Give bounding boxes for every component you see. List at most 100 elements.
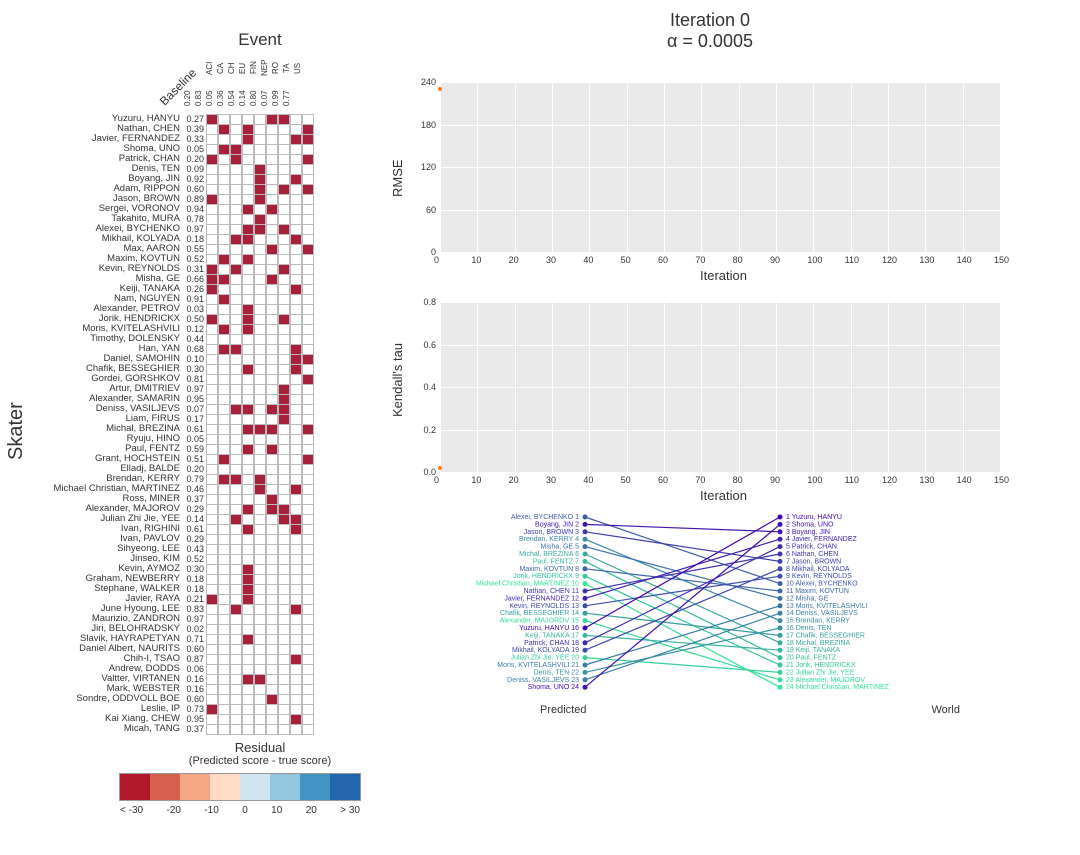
table-row: Michal, BREZINA0.61 — [180, 424, 340, 434]
table-row: Stephane, WALKER0.18 — [180, 584, 340, 594]
svg-text:20 Paul, FENTZ: 20 Paul, FENTZ — [786, 655, 837, 662]
svg-text:Javier, FERNANDEZ 12: Javier, FERNANDEZ 12 — [504, 595, 579, 602]
table-row: Gordei, GORSHKOV0.81 — [180, 374, 340, 384]
table-row: Liam, FIRUS0.17 — [180, 414, 340, 424]
rmse-plot: 0102030405060708090100110120130140150060… — [400, 72, 1000, 282]
svg-text:Nathan, CHEN 11: Nathan, CHEN 11 — [523, 588, 579, 595]
slope-chart: Alexei, BYCHENKO 1Boyang, JIN 2Jason, BR… — [400, 512, 1000, 702]
svg-text:14 Deniss, VASILJEVS: 14 Deniss, VASILJEVS — [786, 610, 858, 617]
table-row: Alexei, BYCHENKO0.97 — [180, 224, 340, 234]
svg-text:8 Mikhail, KOLYADA: 8 Mikhail, KOLYADA — [786, 566, 850, 573]
table-row: Shoma, UNO0.05 — [180, 144, 340, 154]
residual-label: Residual — [180, 740, 340, 755]
table-row: Alexander, MAJOROV0.29 — [180, 504, 340, 514]
event-value: 0.05 — [204, 84, 215, 112]
table-row: Grant, HOCHSTEIN0.51 — [180, 454, 340, 464]
table-row: Andrew, DODDS0.06 — [180, 664, 340, 674]
tau-plot: 01020304050607080901001101201301401500.0… — [400, 292, 1000, 502]
table-row: Paul, FENTZ0.59 — [180, 444, 340, 454]
svg-text:Michal, BREZINA 6: Michal, BREZINA 6 — [519, 551, 579, 558]
table-row: Sergei, VORONOV0.94 — [180, 204, 340, 214]
table-row: Valtter, VIRTANEN0.16 — [180, 674, 340, 684]
svg-text:Keiji, TANAKA 17: Keiji, TANAKA 17 — [525, 632, 579, 639]
event-value: 0.14 — [237, 84, 248, 112]
table-row: Moris, KVITELASHVILI0.12 — [180, 324, 340, 334]
table-row: Brendan, KERRY0.79 — [180, 474, 340, 484]
table-row: Jiri, BELOHRADSKY0.02 — [180, 624, 340, 634]
table-row: Javier, FERNANDEZ0.33 — [180, 134, 340, 144]
residual-sub: (Predicted score - true score) — [180, 755, 340, 767]
table-row: Alexander, PETROV0.03 — [180, 304, 340, 314]
event-header: RO — [270, 54, 281, 82]
table-row: Maxim, KOVTUN0.52 — [180, 254, 340, 264]
svg-text:Chafik, BESSEGHIER 14: Chafik, BESSEGHIER 14 — [500, 610, 579, 617]
svg-text:6 Nathan, CHEN: 6 Nathan, CHEN — [786, 551, 838, 558]
event-header: EU — [237, 54, 248, 82]
svg-text:4 Javier, FERNANDEZ: 4 Javier, FERNANDEZ — [786, 536, 858, 543]
table-row: Javier, RAYA0.21 — [180, 594, 340, 604]
svg-text:18 Michal, BREZINA: 18 Michal, BREZINA — [786, 640, 851, 647]
table-row: Kevin, REYNOLDS0.31 — [180, 264, 340, 274]
svg-text:21 Jorik, HENDRICKX: 21 Jorik, HENDRICKX — [786, 662, 856, 669]
svg-text:13 Moris, KVITELASHVILI: 13 Moris, KVITELASHVILI — [786, 603, 868, 610]
table-row: Ryuju, HINO0.05 — [180, 434, 340, 444]
svg-text:2 Shoma, UNO: 2 Shoma, UNO — [786, 521, 834, 528]
table-row: Ross, MINER0.37 — [180, 494, 340, 504]
svg-text:11 Maxim, KOVTUN: 11 Maxim, KOVTUN — [786, 588, 849, 595]
table-row: Takahito, MURA0.78 — [180, 214, 340, 224]
table-row: Max, AARON0.55 — [180, 244, 340, 254]
table-row: Han, YAN0.68 — [180, 344, 340, 354]
svg-text:15 Brendan, KERRY: 15 Brendan, KERRY — [786, 618, 850, 625]
colorbar: < -30-20-1001020> 30 — [140, 773, 340, 816]
heatmap-panel: Baseline Event ACICACHEUFINNEPROTAUS 0.2… — [0, 30, 340, 816]
page-title-line2: α = 0.0005 — [360, 31, 1060, 52]
table-row: Misha, GE0.66 — [180, 274, 340, 284]
table-row: Kai Xiang, CHEW0.95 — [180, 714, 340, 724]
event-header: TA — [281, 54, 292, 82]
event-value: 0.36 — [215, 84, 226, 112]
table-row: Adam, RIPPON0.60 — [180, 184, 340, 194]
table-row: Jason, BROWN0.89 — [180, 194, 340, 204]
event-header: ACI — [204, 54, 215, 82]
slope-left-label: Predicted — [540, 704, 586, 716]
svg-text:5 Patrick, CHAN: 5 Patrick, CHAN — [786, 544, 837, 551]
table-row: Mikhail, KOLYADA0.18 — [180, 234, 340, 244]
event-value: 0.77 — [281, 84, 292, 112]
svg-text:7 Jason, BROWN: 7 Jason, BROWN — [786, 558, 841, 565]
table-row: Jorik, HENDRICKX0.50 — [180, 314, 340, 324]
svg-text:19 Keiji, TANAKA: 19 Keiji, TANAKA — [786, 647, 841, 654]
svg-text:Alexander, MAJOROV 15: Alexander, MAJOROV 15 — [500, 618, 579, 625]
table-row: Daniel, SAMOHIN0.10 — [180, 354, 340, 364]
svg-text:10 Alexei, BYCHENKO: 10 Alexei, BYCHENKO — [786, 581, 858, 588]
table-row: Mark, WEBSTER0.16 — [180, 684, 340, 694]
svg-text:23 Alexander, MAJOROV: 23 Alexander, MAJOROV — [786, 677, 865, 684]
event-axis-label: Event — [180, 30, 340, 50]
table-row: Daniel Albert, NAURITS0.60 — [180, 644, 340, 654]
slope-right-label: World — [931, 704, 960, 716]
table-row: Kevin, AYMOZ0.30 — [180, 564, 340, 574]
table-row: Chafik, BESSEGHIER0.30 — [180, 364, 340, 374]
table-row: Elladj, BALDE0.20 — [180, 464, 340, 474]
table-row: Nathan, CHEN0.39 — [180, 124, 340, 134]
event-header: US — [292, 54, 303, 82]
event-value: 0.83 — [193, 84, 204, 112]
event-value: 0.07 — [259, 84, 270, 112]
svg-text:1 Yuzuru, HANYU: 1 Yuzuru, HANYU — [786, 514, 842, 521]
svg-text:3 Boyang, JIN: 3 Boyang, JIN — [786, 529, 830, 536]
svg-text:Maxim, KOVTUN 8: Maxim, KOVTUN 8 — [519, 566, 579, 573]
table-row: Nam, NGUYEN0.91 — [180, 294, 340, 304]
page-title-line1: Iteration 0 — [360, 10, 1060, 31]
table-row: Jinseo, KIM0.52 — [180, 554, 340, 564]
table-row: Michael Christian, MARTINEZ0.46 — [180, 484, 340, 494]
svg-text:Jason, BROWN 3: Jason, BROWN 3 — [524, 529, 579, 536]
table-row: Alexander, SAMARIN0.95 — [180, 394, 340, 404]
svg-text:Kevin, REYNOLDS 13: Kevin, REYNOLDS 13 — [509, 603, 579, 610]
table-row: Patrick, CHAN0.20 — [180, 154, 340, 164]
table-row: Slavik, HAYRAPETYAN0.71 — [180, 634, 340, 644]
svg-text:Denis, TEN 22: Denis, TEN 22 — [534, 669, 579, 676]
svg-text:Paul, FENTZ 7: Paul, FENTZ 7 — [533, 558, 579, 565]
table-row: Timothy, DOLENSKY0.44 — [180, 334, 340, 344]
table-row: Graham, NEWBERRY0.18 — [180, 574, 340, 584]
event-header: CH — [226, 54, 237, 82]
table-row: Ivan, PAVLOV0.29 — [180, 534, 340, 544]
